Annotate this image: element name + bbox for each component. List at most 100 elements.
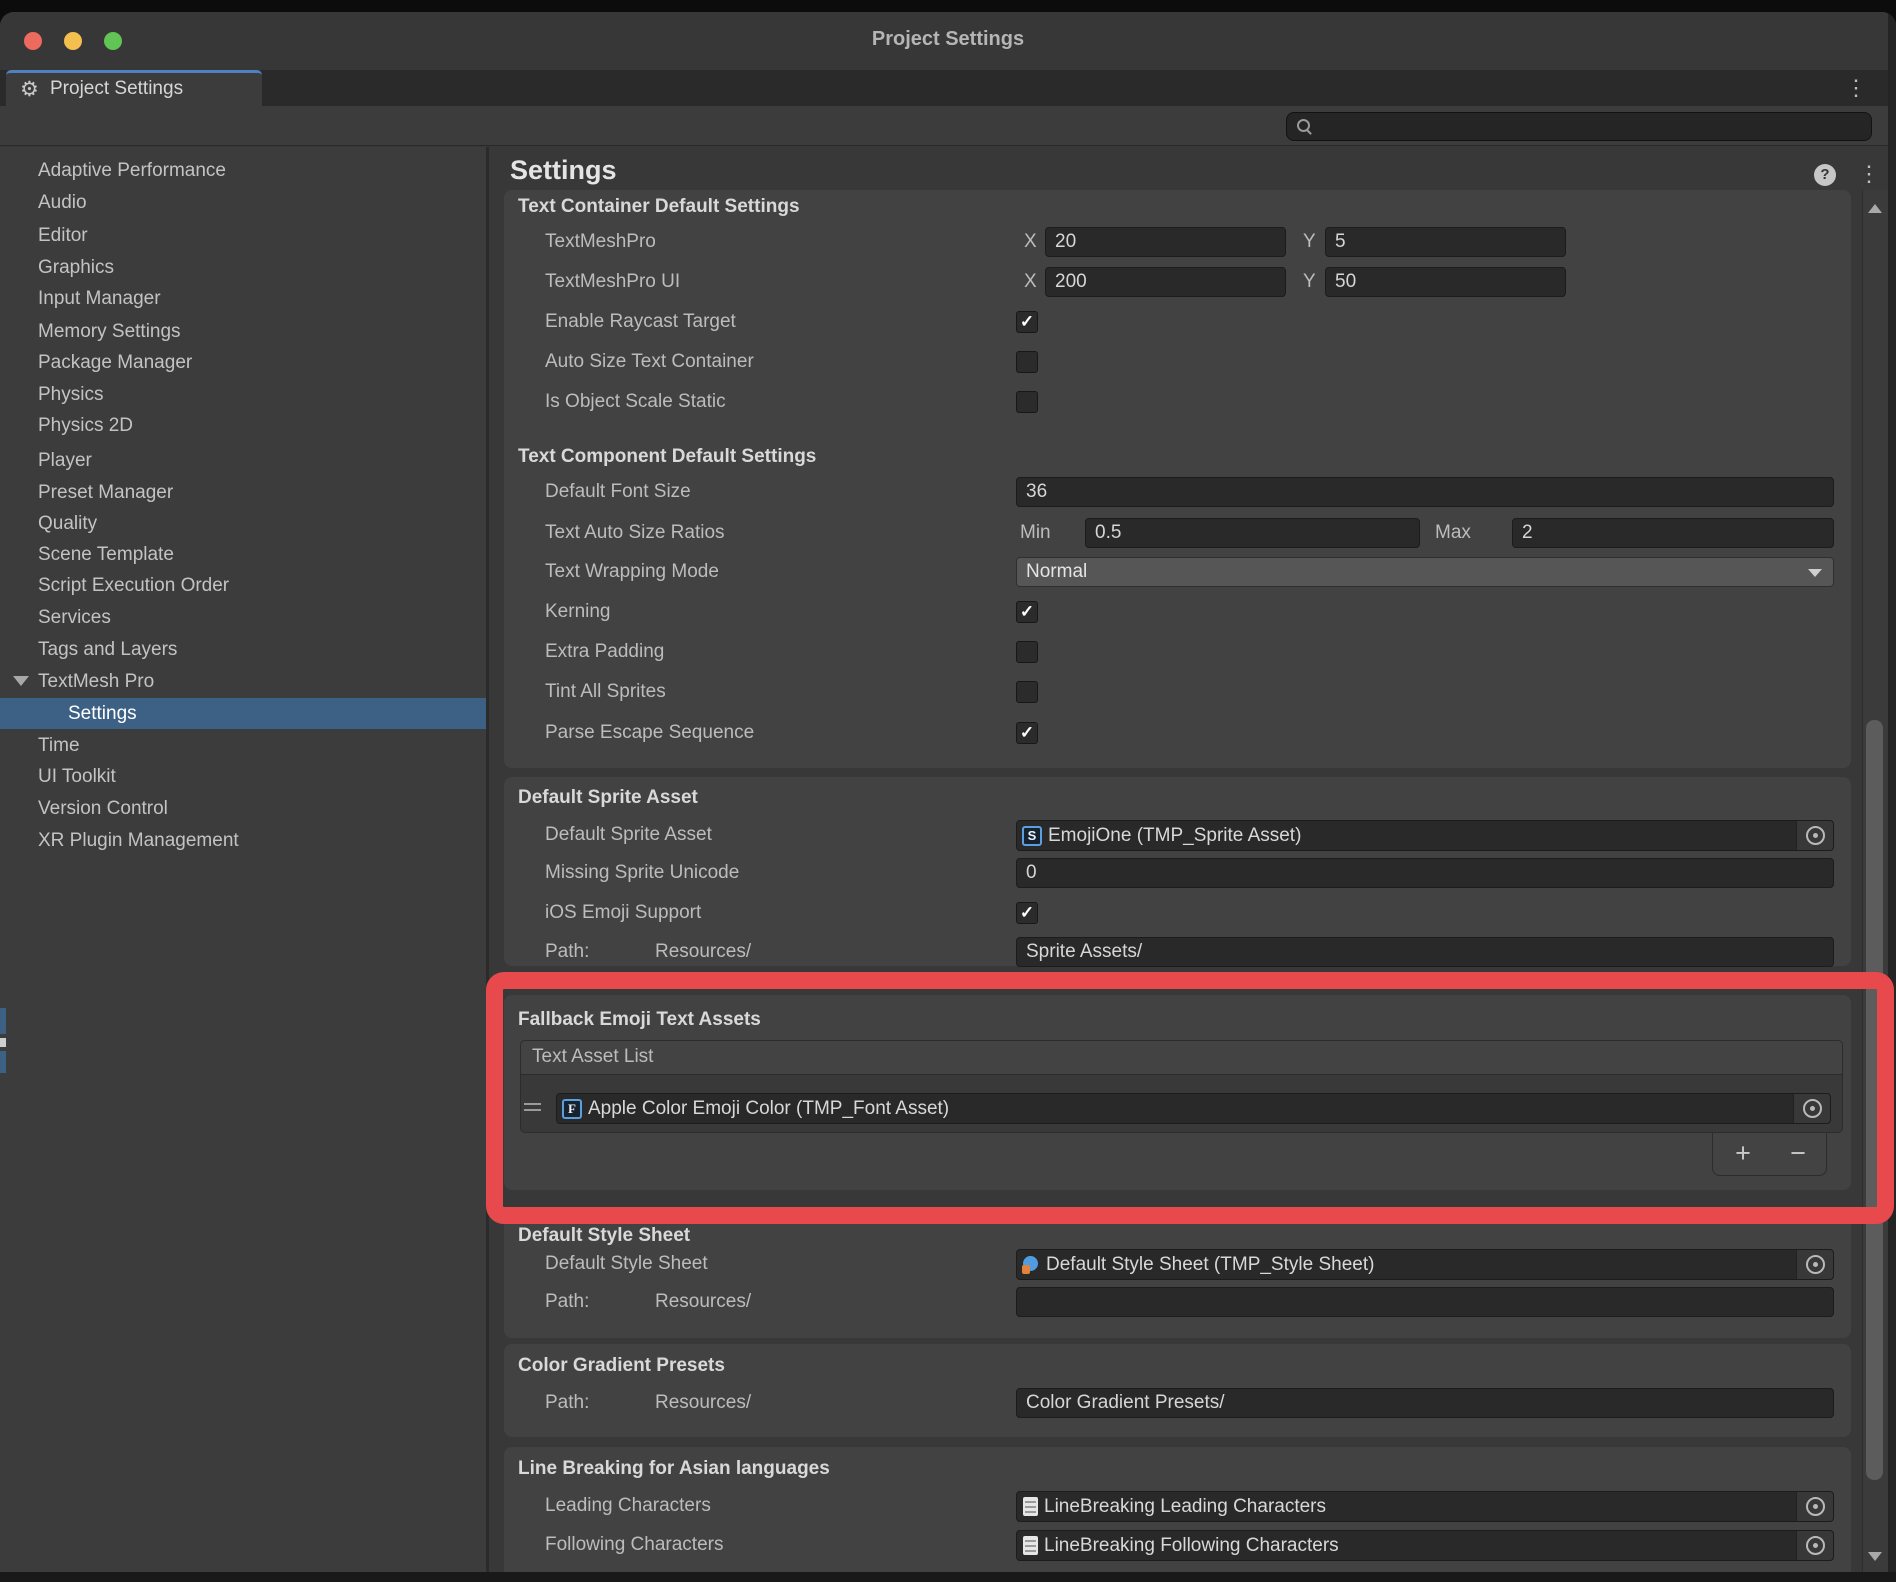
search-input[interactable] [1286, 112, 1872, 141]
gradient-path-input[interactable]: Color Gradient Presets/ [1016, 1388, 1834, 1418]
min-ratio-input[interactable]: 0.5 [1085, 518, 1420, 548]
background-window-fragment [0, 1051, 6, 1073]
sidebar-item-adaptive-performance[interactable]: Adaptive Performance [0, 155, 486, 186]
project-settings-window: Project Settings ⚙ Project Settings ⋮ Ad… [0, 12, 1896, 1582]
missing-sprite-unicode-input[interactable]: 0 [1016, 858, 1834, 888]
window-edge-strip [1888, 12, 1896, 1582]
textmeshpro-x-input[interactable]: 20 [1045, 227, 1286, 257]
sprite-asset-icon: S [1022, 826, 1042, 846]
sprite-asset-path-input[interactable]: Sprite Assets/ [1016, 937, 1834, 967]
leading-characters-field[interactable]: LineBreaking Leading Characters [1016, 1491, 1834, 1522]
path-prefix: Resources/ [655, 1391, 751, 1415]
foldout-arrow-icon[interactable] [13, 676, 29, 686]
window-title: Project Settings [0, 28, 1896, 51]
sidebar-item-settings-selected[interactable]: Settings [0, 698, 486, 729]
default-font-size-input[interactable]: 36 [1016, 477, 1834, 507]
x-axis-label: X [1024, 270, 1037, 294]
row-label: TextMeshPro [545, 230, 656, 254]
textmeshpro-ui-y-input[interactable]: 50 [1325, 267, 1566, 297]
sidebar-item-ui-toolkit[interactable]: UI Toolkit [0, 761, 486, 792]
row-label: Missing Sprite Unicode [545, 861, 739, 885]
search-icon [1297, 119, 1312, 134]
sidebar-item-textmesh-pro[interactable]: TextMesh Pro [0, 666, 486, 697]
sidebar-item-preset-manager[interactable]: Preset Manager [0, 477, 486, 508]
object-field-value: LineBreaking Leading Characters [1044, 1496, 1796, 1518]
sidebar-item-physics[interactable]: Physics [0, 379, 486, 410]
row-label: Leading Characters [545, 1494, 711, 1518]
background-window-fragment [0, 1008, 6, 1034]
textmeshpro-ui-x-input[interactable]: 200 [1045, 267, 1286, 297]
following-characters-field[interactable]: LineBreaking Following Characters [1016, 1530, 1834, 1561]
extra-padding-checkbox[interactable] [1016, 641, 1038, 663]
path-label: Path: [545, 1290, 589, 1314]
max-ratio-input[interactable]: 2 [1512, 518, 1834, 548]
tint-sprites-checkbox[interactable] [1016, 681, 1038, 703]
object-picker-icon[interactable] [1796, 1492, 1833, 1521]
tab-label: Project Settings [50, 78, 183, 100]
sidebar-item-tags-and-layers[interactable]: Tags and Layers [0, 634, 486, 665]
object-field-value: Default Style Sheet (TMP_Style Sheet) [1046, 1254, 1796, 1276]
sidebar-item-script-execution-order[interactable]: Script Execution Order [0, 570, 486, 601]
path-prefix: Resources/ [655, 1290, 751, 1314]
enable-raycast-checkbox[interactable]: ✓ [1016, 311, 1038, 333]
textmeshpro-y-input[interactable]: 5 [1325, 227, 1566, 257]
panel-menu-icon[interactable]: ⋮ [1858, 163, 1880, 185]
row-label: Auto Size Text Container [545, 350, 754, 374]
scroll-up-icon[interactable] [1868, 204, 1882, 213]
tab-strip-menu-icon[interactable]: ⋮ [1845, 77, 1867, 99]
auto-size-checkbox[interactable] [1016, 351, 1038, 373]
ios-emoji-checkbox[interactable]: ✓ [1016, 902, 1038, 924]
row-label: Extra Padding [545, 640, 664, 664]
sidebar-item-time[interactable]: Time [0, 730, 486, 761]
min-label: Min [1020, 521, 1051, 545]
chevron-down-icon [1808, 569, 1822, 577]
sidebar-item-version-control[interactable]: Version Control [0, 793, 486, 824]
object-picker-icon[interactable] [1796, 1250, 1833, 1279]
row-label: Text Auto Size Ratios [545, 521, 725, 545]
parse-escape-checkbox[interactable]: ✓ [1016, 722, 1038, 744]
y-axis-label: Y [1303, 230, 1316, 254]
default-style-sheet-field[interactable]: Default Style Sheet (TMP_Style Sheet) [1016, 1249, 1834, 1280]
row-label: Is Object Scale Static [545, 390, 726, 414]
dropdown-value: Normal [1026, 561, 1087, 582]
section-title: Default Style Sheet [518, 1224, 690, 1248]
x-axis-label: X [1024, 230, 1037, 254]
path-label: Path: [545, 1391, 589, 1415]
style-sheet-path-input[interactable] [1016, 1287, 1834, 1317]
row-label: Text Wrapping Mode [545, 560, 719, 584]
default-sprite-asset-field[interactable]: S EmojiOne (TMP_Sprite Asset) [1016, 820, 1834, 851]
object-picker-icon[interactable] [1796, 821, 1833, 850]
path-prefix: Resources/ [655, 940, 751, 964]
sidebar-item-xr-plugin-management[interactable]: XR Plugin Management [0, 825, 486, 856]
row-label: Default Style Sheet [545, 1252, 708, 1276]
y-axis-label: Y [1303, 270, 1316, 294]
object-field-value: EmojiOne (TMP_Sprite Asset) [1048, 825, 1796, 847]
page-title: Settings [510, 155, 617, 186]
tab-strip [0, 70, 1896, 106]
section-title: Line Breaking for Asian languages [518, 1457, 830, 1481]
row-label: Parse Escape Sequence [545, 721, 754, 745]
max-label: Max [1435, 521, 1471, 545]
sidebar-item-quality[interactable]: Quality [0, 508, 486, 539]
text-wrapping-dropdown[interactable]: Normal [1016, 557, 1834, 587]
row-label: Following Characters [545, 1533, 723, 1557]
path-label: Path: [545, 940, 589, 964]
tab-project-settings[interactable]: ⚙ Project Settings [6, 70, 262, 106]
sidebar-item-scene-template[interactable]: Scene Template [0, 539, 486, 570]
style-sheet-icon [1022, 1256, 1040, 1274]
sidebar-item-memory-settings[interactable]: Memory Settings [0, 316, 486, 347]
sidebar-item-audio[interactable]: Audio [0, 187, 486, 218]
sidebar-item-editor[interactable]: Editor [0, 220, 486, 251]
scroll-down-icon[interactable] [1868, 1552, 1882, 1561]
scale-static-checkbox[interactable] [1016, 391, 1038, 413]
sidebar-item-input-manager[interactable]: Input Manager [0, 283, 486, 314]
sidebar-item-player[interactable]: Player [0, 445, 486, 476]
object-picker-icon[interactable] [1796, 1531, 1833, 1560]
sidebar-item-physics-2d[interactable]: Physics 2D [0, 410, 486, 441]
sidebar-item-services[interactable]: Services [0, 602, 486, 633]
sidebar-item-graphics[interactable]: Graphics [0, 252, 486, 283]
sidebar-item-package-manager[interactable]: Package Manager [0, 347, 486, 378]
kerning-checkbox[interactable]: ✓ [1016, 601, 1038, 623]
gear-icon: ⚙ [20, 77, 39, 102]
help-icon[interactable]: ? [1814, 164, 1836, 186]
